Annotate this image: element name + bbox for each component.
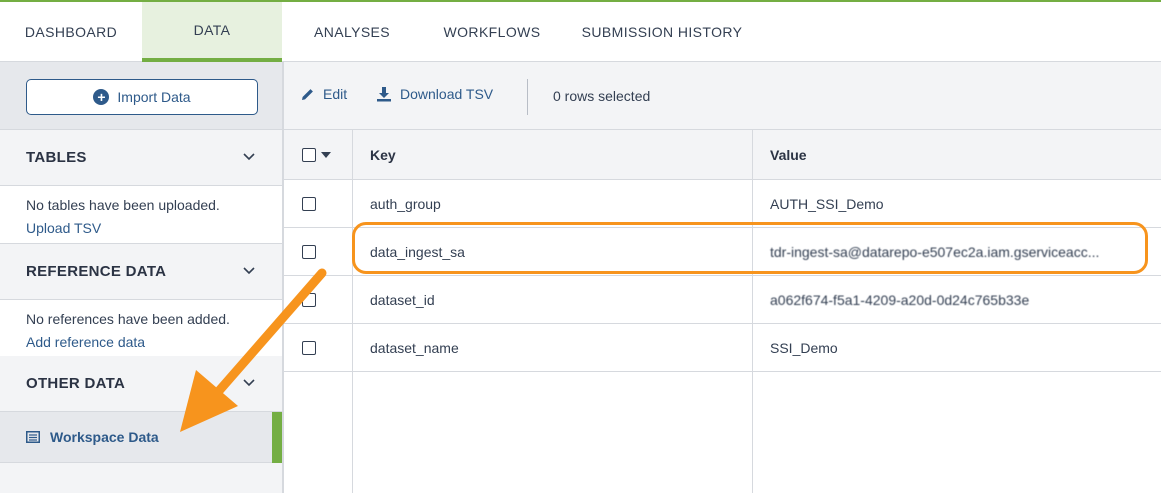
annotation-arrow-icon xyxy=(180,268,327,432)
